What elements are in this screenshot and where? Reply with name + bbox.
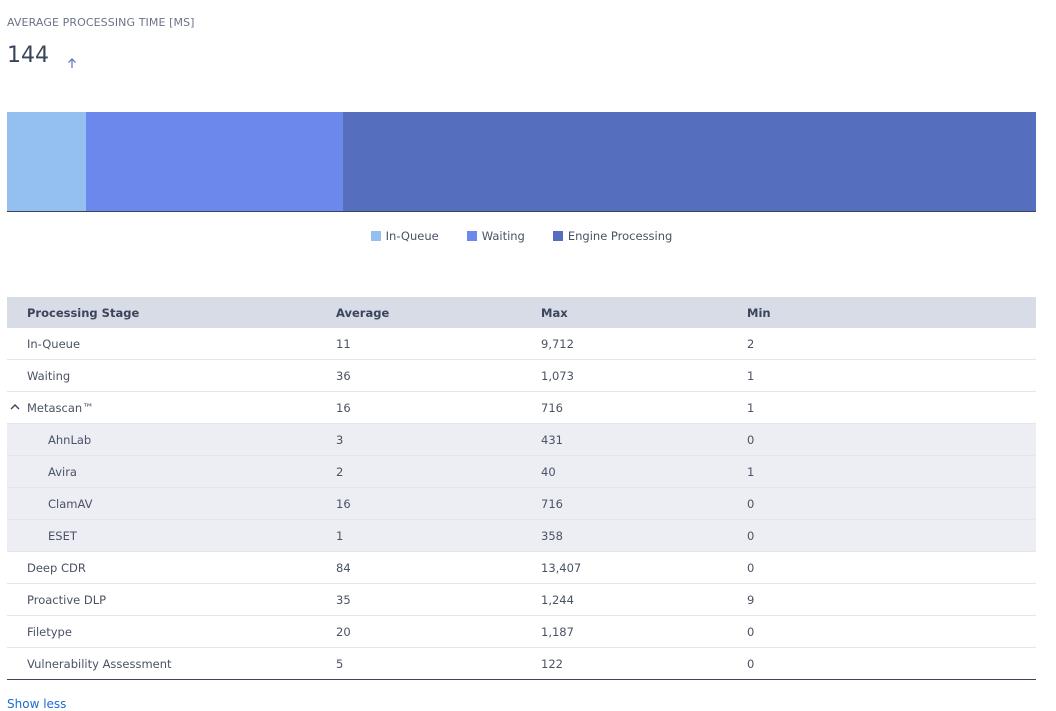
table-row: ESET 1 358 0 [7, 520, 1036, 552]
cell-min: 0 [747, 528, 755, 543]
column-header-stage: Processing Stage [27, 305, 140, 320]
cell-max: 1,073 [541, 368, 574, 383]
processing-stage-table: Processing Stage Average Max Min In-Queu… [7, 297, 1036, 680]
bar-segment-waiting[interactable] [85, 112, 343, 211]
cell-max: 40 [541, 464, 556, 479]
cell-min: 0 [747, 560, 755, 575]
legend-item[interactable]: Waiting [466, 229, 525, 243]
cell-max: 13,407 [541, 560, 582, 575]
cell-stage: ClamAV [48, 496, 93, 511]
cell-stage: Deep CDR [27, 560, 86, 575]
legend-swatch [370, 231, 381, 241]
table-row[interactable]: Metascan™ 16 716 1 [7, 392, 1036, 424]
bar-segment-engine-processing[interactable] [342, 112, 1036, 211]
cell-max: 716 [541, 400, 563, 415]
cell-stage: Avira [48, 464, 77, 479]
cell-max: 1,244 [541, 592, 574, 607]
cell-min: 0 [747, 624, 755, 639]
cell-average: 3 [336, 432, 344, 447]
column-header-min: Min [747, 305, 771, 320]
cell-stage: Proactive DLP [27, 592, 107, 607]
cell-stage: In-Queue [27, 336, 81, 351]
cell-average: 84 [336, 560, 351, 575]
cell-average: 11 [336, 336, 351, 351]
cell-stage: Filetype [27, 624, 72, 639]
cell-max: 431 [541, 432, 563, 447]
table-row: Proactive DLP 35 1,244 9 [7, 584, 1036, 616]
cell-average: 16 [336, 496, 351, 511]
cell-average: 16 [336, 400, 351, 415]
legend-label: Engine Processing [567, 229, 673, 243]
table-row: Waiting 36 1,073 1 [7, 360, 1036, 392]
table-row: Deep CDR 84 13,407 0 [7, 552, 1036, 584]
cell-min: 0 [747, 656, 755, 671]
metric-value: 144 [7, 43, 49, 68]
cell-min: 2 [747, 336, 755, 351]
cell-min: 0 [747, 432, 755, 447]
cell-min: 1 [747, 400, 755, 415]
cell-max: 358 [541, 528, 563, 543]
metric-title: AVERAGE PROCESSING TIME [MS] [7, 16, 195, 29]
table-row: AhnLab 3 431 0 [7, 424, 1036, 456]
legend-item[interactable]: In-Queue [370, 229, 439, 243]
legend: In-Queue Waiting Engine Processing [0, 229, 1043, 243]
legend-label: In-Queue [385, 229, 439, 243]
cell-average: 20 [336, 624, 351, 639]
cell-average: 2 [336, 464, 344, 479]
table-row: In-Queue 11 9,712 2 [7, 328, 1036, 360]
cell-average: 36 [336, 368, 351, 383]
cell-min: 9 [747, 592, 755, 607]
column-header-max: Max [541, 305, 568, 320]
cell-max: 122 [541, 656, 563, 671]
cell-min: 1 [747, 368, 755, 383]
cell-average: 35 [336, 592, 351, 607]
legend-label: Waiting [481, 229, 525, 243]
chevron-up-icon[interactable] [10, 403, 20, 411]
legend-swatch [552, 231, 563, 241]
column-header-average: Average [336, 305, 390, 320]
cell-max: 9,712 [541, 336, 574, 351]
legend-swatch [466, 231, 477, 241]
show-less-link[interactable]: Show less [7, 697, 66, 711]
cell-stage: Metascan™ [27, 400, 94, 415]
cell-max: 716 [541, 496, 563, 511]
table-row: ClamAV 16 716 0 [7, 488, 1036, 520]
cell-stage: Vulnerability Assessment [27, 656, 172, 671]
bar-segment-in-queue[interactable] [7, 112, 86, 211]
cell-average: 5 [336, 656, 344, 671]
table-row: Vulnerability Assessment 5 122 0 [7, 648, 1036, 680]
cell-min: 0 [747, 496, 755, 511]
table-header: Processing Stage Average Max Min [7, 297, 1036, 328]
cell-min: 1 [747, 464, 755, 479]
table-row: Avira 2 40 1 [7, 456, 1036, 488]
arrow-up-icon [68, 58, 76, 68]
processing-time-bar [7, 112, 1036, 212]
cell-stage: Waiting [27, 368, 71, 383]
cell-stage: AhnLab [48, 432, 92, 447]
table-row: Filetype 20 1,187 0 [7, 616, 1036, 648]
cell-stage: ESET [48, 528, 77, 543]
cell-average: 1 [336, 528, 344, 543]
cell-max: 1,187 [541, 624, 574, 639]
legend-item[interactable]: Engine Processing [552, 229, 673, 243]
